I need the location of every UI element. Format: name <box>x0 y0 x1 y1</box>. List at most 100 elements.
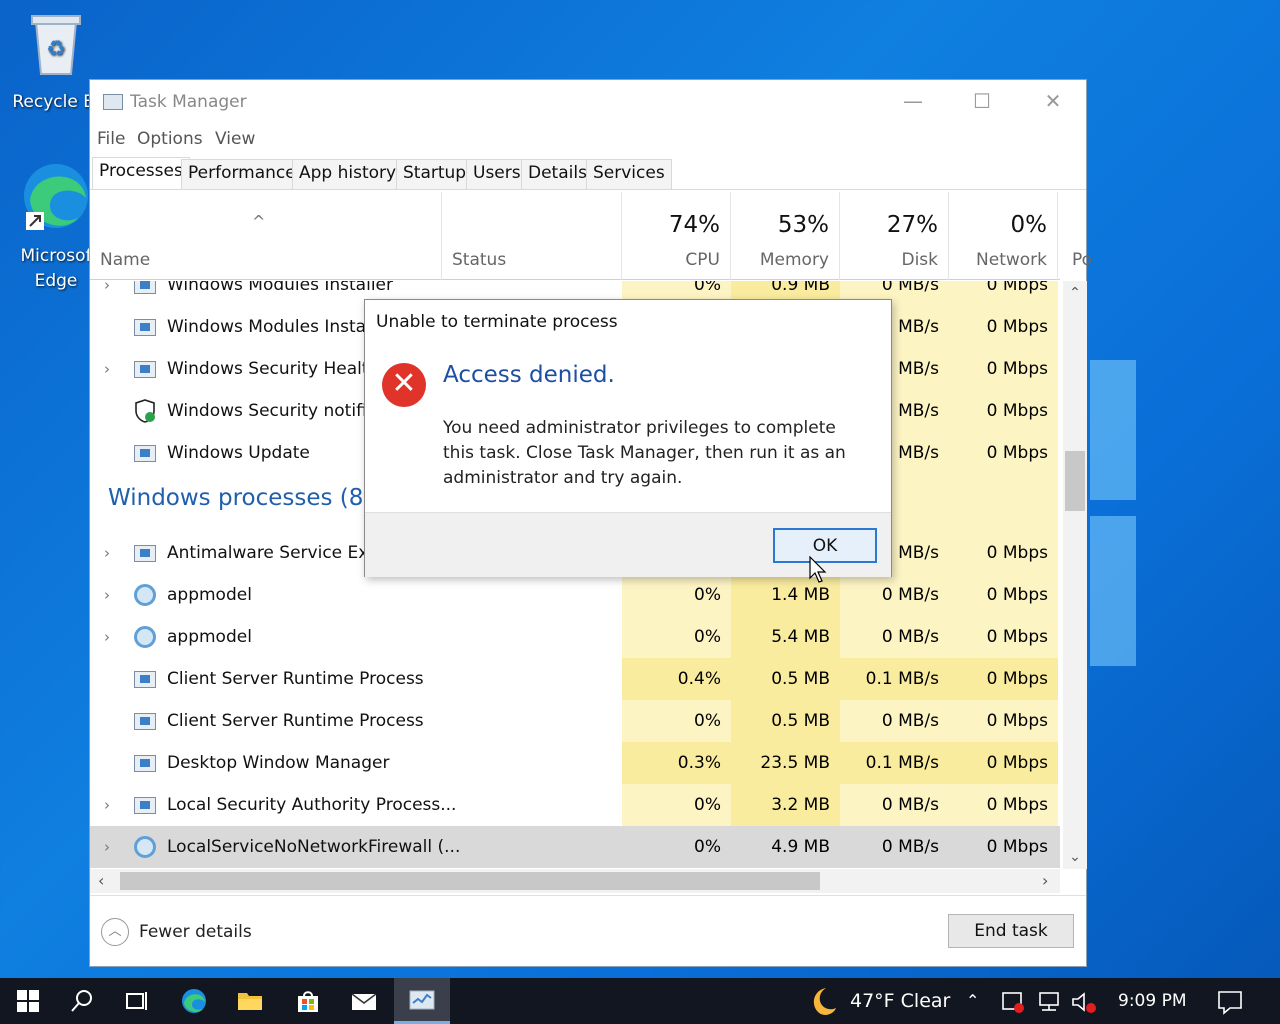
taskbar-edge[interactable] <box>166 978 222 1024</box>
app-window-icon <box>134 361 156 378</box>
process-name: appmodel <box>167 585 252 605</box>
column-power-label: Po <box>1072 250 1093 270</box>
weather-text[interactable]: 47°F Clear <box>850 978 950 1024</box>
edge-shortcut[interactable]: Microsof Edge <box>12 160 100 294</box>
error-icon: ✕ <box>382 363 426 407</box>
tab-performance[interactable]: Performance <box>181 159 303 189</box>
expand-chevron-icon[interactable]: › <box>104 348 110 390</box>
maximize-button[interactable]: ☐ <box>959 86 1005 116</box>
folder-icon <box>238 993 262 1010</box>
process-row[interactable]: › Local Security Authority Process... 0% 3.… <box>90 784 1060 826</box>
memory-value: 3.2 MB <box>731 784 840 826</box>
column-network-label: Network <box>976 250 1047 270</box>
app-window-icon <box>134 319 156 336</box>
close-button[interactable]: ✕ <box>1030 86 1076 116</box>
horizontal-scrollbar[interactable]: ‹ › <box>90 869 1060 893</box>
menu-view[interactable]: View <box>215 129 255 149</box>
scroll-left-arrow-icon[interactable]: ‹ <box>98 869 104 893</box>
process-row[interactable]: › LocalServiceNoNetworkFirewall (... 0% 4.9… <box>90 826 1060 868</box>
scroll-down-arrow-icon[interactable]: ⌄ <box>1063 849 1087 865</box>
expand-chevron-icon[interactable]: › <box>104 574 110 616</box>
column-power[interactable]: Po <box>1058 192 1092 280</box>
column-name[interactable]: Name <box>90 192 442 280</box>
memory-value: 4.9 MB <box>771 837 830 857</box>
expand-chevron-icon[interactable]: › <box>104 784 110 826</box>
taskbar-mail[interactable] <box>336 978 392 1024</box>
network-value: 0 Mbps <box>949 390 1058 432</box>
column-cpu[interactable]: 74% CPU <box>622 192 731 280</box>
process-name: Client Server Runtime Process <box>167 711 424 731</box>
task-view-button[interactable] <box>108 978 164 1024</box>
vertical-scrollbar[interactable]: ⌃ ⌄ <box>1063 281 1087 869</box>
task-manager-app-icon <box>103 94 123 110</box>
column-network[interactable]: 0% Network <box>949 192 1058 280</box>
expand-chevron-icon[interactable]: › <box>104 826 110 868</box>
column-status[interactable]: Status <box>442 192 622 280</box>
column-name-label: Name <box>100 250 151 270</box>
network-value: 0 Mbps <box>949 306 1058 348</box>
vertical-scroll-thumb[interactable] <box>1065 451 1085 511</box>
process-row[interactable]: Client Server Runtime Process 0% 0.5 MB 0 M… <box>90 700 1060 742</box>
column-memory-label: Memory <box>759 250 829 270</box>
column-memory[interactable]: 53% Memory <box>731 192 840 280</box>
cpu-value: 0% <box>694 837 721 857</box>
app-window-icon <box>134 281 156 294</box>
cpu-value: 0.4% <box>622 658 731 700</box>
taskbar-task-manager[interactable] <box>394 978 450 1024</box>
tab-services[interactable]: Services <box>586 159 672 189</box>
tab-details[interactable]: Details <box>521 159 594 189</box>
start-button[interactable] <box>0 978 56 1024</box>
process-name: Client Server Runtime Process <box>167 669 424 689</box>
clock[interactable]: 9:09 PM <box>1118 978 1187 1024</box>
tab-startup[interactable]: Startup <box>396 159 474 189</box>
tab-users[interactable]: Users <box>466 159 528 189</box>
expand-chevron-icon[interactable]: › <box>104 532 110 574</box>
scroll-up-arrow-icon[interactable]: ⌃ <box>1063 285 1087 301</box>
process-name: Windows Modules Installer <box>167 281 393 295</box>
scroll-right-arrow-icon[interactable]: › <box>1042 869 1048 893</box>
app-window-icon <box>134 755 156 772</box>
taskbar-store[interactable] <box>280 978 336 1024</box>
menu-file[interactable]: File <box>97 129 125 149</box>
window-title: Task Manager <box>130 92 247 112</box>
tab-app-history[interactable]: App history <box>292 159 404 189</box>
process-name: Antimalware Service Exec <box>167 543 388 563</box>
menu-options[interactable]: Options <box>137 129 203 149</box>
process-name: Windows Security Health <box>167 359 380 379</box>
process-row[interactable]: Desktop Window Manager 0.3% 23.5 MB 0.1 MB/… <box>90 742 1060 784</box>
taskbar-file-explorer[interactable] <box>222 978 278 1024</box>
show-hidden-icons-chevron-icon[interactable]: ⌃ <box>966 978 979 1024</box>
cpu-value: 0% <box>622 784 731 826</box>
title-bar[interactable]: Task Manager — ☐ ✕ <box>90 80 1086 124</box>
service-gear-icon <box>134 836 156 858</box>
expand-chevron-icon[interactable]: › <box>104 281 110 306</box>
process-row[interactable]: › appmodel 0% 1.4 MB 0 MB/s 0 Mbps <box>90 574 1060 616</box>
horizontal-scroll-thumb[interactable] <box>120 872 820 890</box>
process-row[interactable]: › appmodel 0% 5.4 MB 0 MB/s 0 Mbps <box>90 616 1060 658</box>
search-button[interactable] <box>54 978 110 1024</box>
column-status-label: Status <box>452 250 507 270</box>
expand-chevron-icon[interactable]: › <box>104 616 110 658</box>
recycle-bin-label: Recycle Bi <box>12 92 100 112</box>
network-value: 0 Mbps <box>949 532 1058 574</box>
search-icon <box>71 990 92 1012</box>
column-disk[interactable]: 27% Disk <box>840 192 949 280</box>
notifications-icon[interactable] <box>1216 989 1244 1015</box>
service-gear-icon <box>134 584 156 606</box>
column-disk-label: Disk <box>901 250 938 270</box>
tab-processes[interactable]: Processes <box>92 157 190 189</box>
network-icon[interactable] <box>1036 991 1062 1013</box>
security-tray-icon[interactable] <box>1000 990 1026 1014</box>
end-task-button[interactable]: End task <box>948 914 1074 948</box>
volume-muted-icon[interactable] <box>1070 991 1098 1015</box>
fewer-details-button[interactable]: ︿ Fewer details <box>101 918 252 946</box>
cpu-value: 0% <box>622 700 731 742</box>
process-row[interactable]: Client Server Runtime Process 0.4% 0.5 MB 0… <box>90 658 1060 700</box>
svg-text:♻: ♻ <box>46 37 66 62</box>
dialog-heading: Access denied. <box>443 362 615 388</box>
disk-value: 0 MB/s <box>840 574 949 616</box>
recycle-bin-shortcut[interactable]: ♻ Recycle Bi <box>12 8 100 115</box>
minimize-button[interactable]: — <box>890 86 936 116</box>
edge-label-line2: Edge <box>34 271 78 291</box>
cpu-value: 0% <box>622 616 731 658</box>
